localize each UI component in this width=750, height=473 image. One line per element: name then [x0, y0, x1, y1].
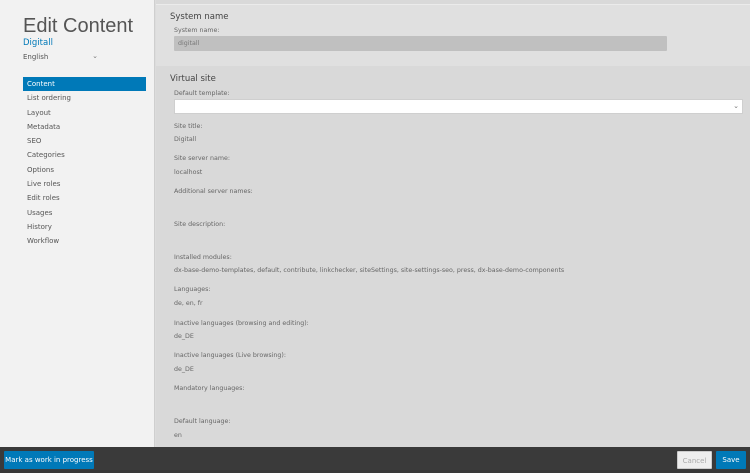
sidebar-item-live-roles[interactable]: Live roles	[23, 177, 146, 191]
sidebar-item-workflow[interactable]: Workflow	[23, 234, 146, 248]
mark-work-in-progress-button[interactable]: Mark as work in progress	[4, 451, 94, 469]
sidebar-item-content[interactable]: Content	[23, 77, 146, 92]
sidebar-item-layout[interactable]: Layout	[23, 106, 146, 120]
installed-modules-label: Installed modules:	[174, 254, 232, 261]
main-content: System name System name: digitall Virtua…	[156, 0, 750, 447]
chevron-down-icon: ⌄	[92, 52, 98, 60]
sidebar-item-list-ordering[interactable]: List ordering	[23, 91, 146, 105]
language-selector[interactable]: English ⌄	[23, 52, 98, 61]
sidebar-item-metadata[interactable]: Metadata	[23, 120, 146, 134]
site-title-label: Site title:	[174, 123, 203, 130]
sidebar-item-history[interactable]: History	[23, 220, 146, 234]
inactive-languages-live-label: Inactive languages (Live browsing):	[174, 352, 286, 359]
save-button[interactable]: Save	[716, 451, 746, 469]
server-name-value: localhost	[174, 169, 203, 176]
inactive-languages-edit-value: de_DE	[174, 333, 194, 340]
default-template-label: Default template:	[174, 90, 230, 97]
sidebar-item-usages[interactable]: Usages	[23, 206, 146, 220]
cancel-button[interactable]: Cancel	[677, 451, 712, 469]
sidebar-item-edit-roles[interactable]: Edit roles	[23, 191, 146, 205]
section-title-virtual-site: Virtual site	[170, 74, 216, 84]
default-template-select[interactable]: ⌄	[174, 99, 743, 114]
inactive-languages-edit-label: Inactive languages (browsing and editing…	[174, 320, 309, 327]
page-title: Edit Content	[23, 15, 134, 37]
system-name-section: System name System name: digitall	[156, 4, 750, 66]
languages-value: de, en, fr	[174, 300, 203, 307]
additional-server-names-label: Additional server names:	[174, 188, 253, 195]
mandatory-languages-label: Mandatory languages:	[174, 385, 245, 392]
system-name-label: System name:	[174, 27, 220, 34]
system-name-field: digitall	[174, 36, 667, 51]
section-title-system-name: System name	[170, 12, 229, 22]
installed-modules-value: dx-base-demo-templates, default, contrib…	[174, 267, 565, 274]
site-name: Digitall	[23, 38, 53, 48]
sidebar-nav: Content List ordering Layout Metadata SE…	[23, 77, 146, 249]
sidebar-item-options[interactable]: Options	[23, 163, 146, 177]
bottom-action-bar: Mark as work in progress Cancel Save	[0, 447, 750, 473]
server-name-label: Site server name:	[174, 155, 231, 162]
chevron-down-icon: ⌄	[733, 102, 739, 110]
default-language-value: en	[174, 432, 182, 439]
inactive-languages-live-value: de_DE	[174, 366, 194, 373]
sidebar-item-seo[interactable]: SEO	[23, 134, 146, 148]
languages-label: Languages:	[174, 286, 211, 293]
site-title-value: Digitall	[174, 136, 197, 143]
sidebar: Edit Content Digitall English ⌄ Content …	[0, 0, 155, 447]
site-description-label: Site description:	[174, 221, 226, 228]
default-language-label: Default language:	[174, 418, 231, 425]
sidebar-item-categories[interactable]: Categories	[23, 148, 146, 162]
language-label: English	[23, 53, 49, 61]
